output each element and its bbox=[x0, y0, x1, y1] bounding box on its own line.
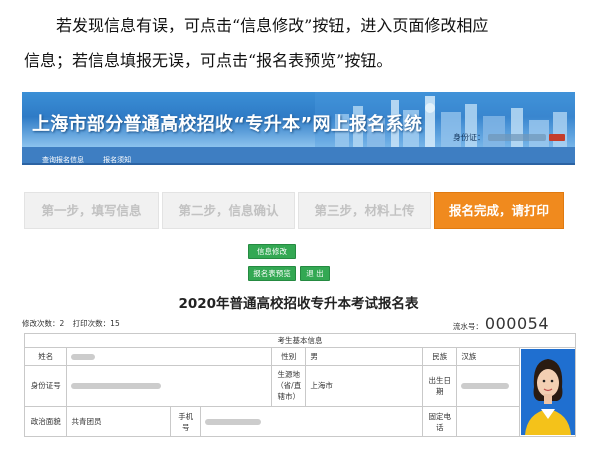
gender-value: 男 bbox=[305, 347, 424, 366]
serial-number: 流水号： 000054 bbox=[453, 314, 549, 333]
applicant-info-table: 考生基本信息 姓名 性别 男 民族 汉族 身份证号 生源地（省/直辖市） 上海市 bbox=[23, 333, 576, 437]
progress-steps: 第一步，填写信息 第二步，信息确认 第三步，材料上传 报名完成，请打印 bbox=[24, 192, 569, 229]
serial-value: 000054 bbox=[484, 314, 549, 333]
landline-label: 固定电话 bbox=[422, 406, 458, 437]
ethnicity-value: 汉族 bbox=[456, 347, 521, 366]
step-fill-info: 第一步，填写信息 bbox=[24, 192, 159, 229]
photo-cell bbox=[519, 347, 576, 437]
birthdate-value bbox=[456, 364, 521, 408]
political-status-label: 政治面貌 bbox=[23, 406, 68, 437]
id-number-value bbox=[66, 364, 273, 408]
edit-count: 修改次数：2 bbox=[22, 319, 65, 328]
gender-label: 性别 bbox=[271, 347, 307, 366]
intro-line-2: 信息；若信息填报无误，可点击“报名表预览”按钮。 bbox=[24, 51, 393, 70]
user-info: 身份证： bbox=[453, 132, 565, 143]
mobile-label: 手机号 bbox=[170, 406, 202, 437]
section-title: 考生基本信息 bbox=[24, 333, 576, 348]
logout-link[interactable] bbox=[549, 134, 565, 141]
landline-value bbox=[456, 406, 521, 437]
site-banner: 上海市部分普通高校招收“专升本”网上报名系统 身份证： bbox=[22, 92, 575, 147]
step-confirm-info: 第二步，信息确认 bbox=[162, 192, 295, 229]
serial-label: 流水号： bbox=[452, 322, 483, 331]
preview-form-button[interactable]: 报名表预览 bbox=[248, 266, 296, 281]
print-count: 打印次数：15 bbox=[72, 319, 120, 328]
mobile-value bbox=[200, 406, 424, 437]
nav-query-info[interactable]: 查询报名信息 bbox=[42, 152, 84, 169]
form-counts: 修改次数：2 打印次数：15 bbox=[22, 318, 126, 329]
step-complete-print: 报名完成，请打印 bbox=[434, 192, 564, 229]
nav-bar: 查询报名信息 报名须知 bbox=[22, 147, 575, 165]
user-id-redacted bbox=[488, 134, 546, 141]
applicant-photo bbox=[520, 349, 575, 435]
exit-button[interactable]: 退 出 bbox=[300, 266, 330, 281]
id-number-label: 身份证号 bbox=[23, 364, 68, 408]
nav-registration-notice[interactable]: 报名须知 bbox=[103, 152, 131, 169]
form-title: 2020年普通高校招收专升本考试报名表 bbox=[178, 296, 419, 312]
intro-text: 若发现信息有误，可点击“信息修改”按钮，进入页面修改相应 信息；若信息填报无误，… bbox=[24, 8, 584, 78]
name-value bbox=[66, 347, 273, 366]
name-label: 姓名 bbox=[23, 347, 68, 366]
birthdate-label: 出生日期 bbox=[422, 364, 458, 408]
system-title: 上海市部分普通高校招收“专升本”网上报名系统 bbox=[32, 114, 423, 135]
intro-line-1: 若发现信息有误，可点击“信息修改”按钮，进入页面修改相应 bbox=[56, 16, 489, 35]
origin-value: 上海市 bbox=[305, 364, 424, 408]
edit-info-button[interactable]: 信息修改 bbox=[248, 244, 296, 259]
ethnicity-label: 民族 bbox=[422, 347, 458, 366]
step-upload-materials: 第三步，材料上传 bbox=[298, 192, 431, 229]
user-id-label: 身份证： bbox=[453, 133, 485, 142]
origin-label: 生源地（省/直辖市） bbox=[271, 364, 307, 408]
political-status-value: 共青团员 bbox=[66, 406, 172, 437]
